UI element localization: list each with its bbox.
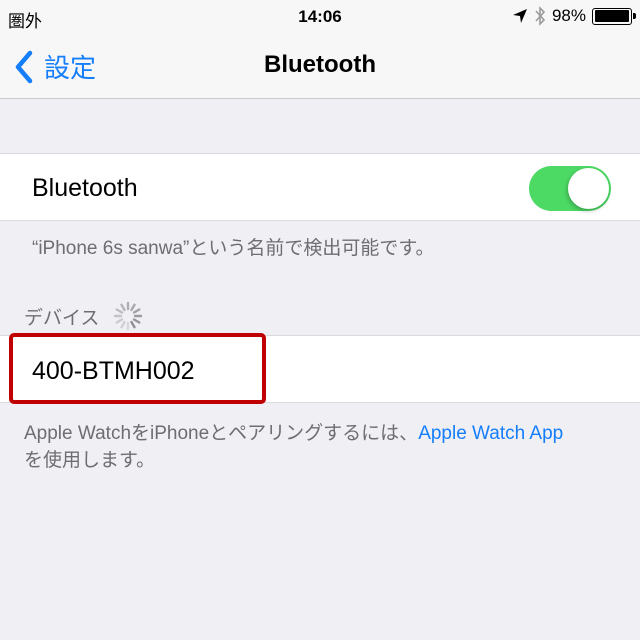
devices-header-label: デバイス (24, 307, 100, 329)
status-icons: 98% (512, 6, 636, 26)
discoverable-name-footer: “iPhone 6s sanwa”という名前で検出可能です。 (32, 238, 435, 259)
location-arrow-icon (512, 9, 527, 23)
apple-watch-app-link[interactable]: Apple Watch App (418, 423, 563, 444)
spinner-spoke (120, 303, 127, 312)
battery-fill (594, 10, 629, 22)
device-name: 400-BTMH002 (32, 357, 195, 385)
devices-section-header: デバイス (24, 301, 143, 331)
apple-watch-footer: Apple WatchをiPhoneとペアリングするには、Apple Watch… (24, 420, 624, 474)
navigation-bar: 設定 Bluetooth (0, 36, 640, 99)
spinner-spoke (115, 308, 124, 314)
battery-percent: 98% (551, 6, 586, 25)
bluetooth-toggle[interactable] (529, 166, 611, 211)
bluetooth-label: Bluetooth (32, 174, 138, 202)
watch-footer-text: Apple WatchをiPhoneとペアリングするには、 (24, 423, 419, 444)
spinner-spoke (130, 320, 137, 329)
bluetooth-icon (535, 6, 546, 26)
spinner-spoke (130, 303, 137, 312)
toggle-knob (568, 168, 609, 209)
bluetooth-toggle-row: Bluetooth (0, 153, 640, 221)
watch-footer-text-after: を使用します。 (24, 450, 156, 471)
page-title: Bluetooth (264, 51, 376, 78)
spinner-spoke (133, 308, 141, 314)
device-list-item[interactable]: 400-BTMH002 (0, 335, 640, 403)
spinner-spoke (115, 318, 124, 324)
status-bar: 圏外 14:06 98% (0, 0, 640, 36)
spinner-spoke (133, 318, 141, 324)
activity-spinner-icon (114, 301, 143, 331)
spinner-spoke (120, 320, 127, 329)
battery-icon (592, 7, 636, 25)
